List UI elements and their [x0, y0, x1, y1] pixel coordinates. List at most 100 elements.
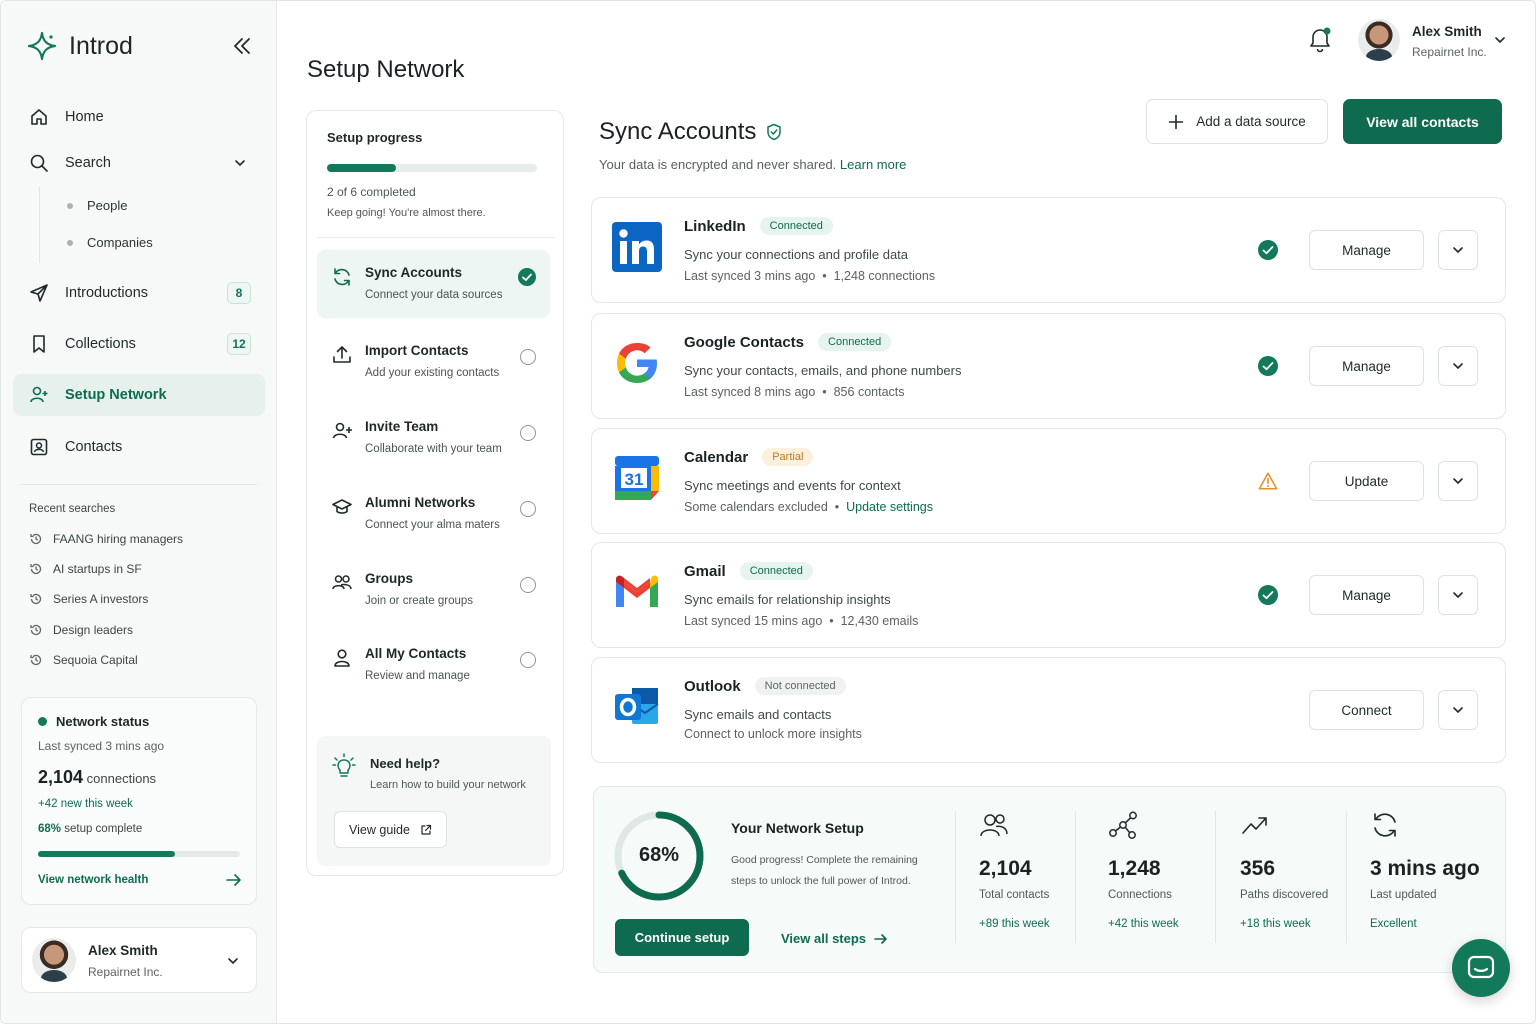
manage-button[interactable]: Manage [1309, 230, 1424, 270]
help-title: Need help? [370, 756, 441, 771]
expand-button[interactable] [1438, 461, 1478, 501]
gmail-logo-icon [616, 575, 658, 607]
chat-icon [1467, 955, 1495, 979]
nav-collections[interactable]: Collections 12 [13, 323, 265, 365]
divider [1075, 811, 1076, 943]
step-all-my-contacts[interactable]: All My Contacts Review and manage [317, 631, 550, 699]
recent-search-item[interactable]: AI startups in SF [29, 562, 142, 576]
check-circle-icon [1258, 585, 1278, 605]
chevron-down-icon[interactable] [226, 954, 240, 968]
user-icon [334, 649, 350, 667]
chevron-down-icon[interactable] [233, 156, 247, 170]
stat-connections: 1,248 Connections +42 this week [1108, 811, 1238, 930]
collapse-sidebar-icon[interactable] [229, 35, 255, 57]
step-groups[interactable]: Groups Join or create groups [317, 556, 550, 624]
update-button[interactable]: Update [1309, 461, 1424, 501]
chevron-down-icon [1453, 592, 1463, 599]
learn-more-link[interactable]: Learn more [840, 157, 906, 172]
sidebar-profile-card[interactable]: Alex Smith Repairnet Inc. [21, 927, 257, 993]
setup-completed-text: 2 of 6 completed [327, 185, 416, 199]
upload-icon [333, 346, 351, 363]
expand-button[interactable] [1438, 346, 1478, 386]
continue-setup-button[interactable]: Continue setup [615, 919, 749, 956]
recent-search-label: Sequoia Capital [53, 653, 138, 667]
step-import-contacts[interactable]: Import Contacts Add your existing contac… [317, 328, 550, 396]
account-meta: Last synced 8 mins ago • 856 contacts [684, 385, 905, 399]
step-radio[interactable] [520, 577, 536, 593]
account-meta-sync: Last synced 3 mins ago [684, 269, 816, 283]
outlook-logo-icon [615, 688, 659, 724]
header-avatar[interactable] [1358, 19, 1400, 61]
sidebar: Introd Home Search People Companies Intr… [1, 1, 277, 1023]
account-name: Outlook Not connected [684, 677, 846, 695]
step-invite-team[interactable]: Invite Team Collaborate with your team [317, 404, 550, 472]
view-guide-button[interactable]: View guide [334, 811, 447, 848]
nav-setup-network[interactable]: Setup Network [13, 374, 265, 416]
nav-sub-people[interactable]: People [67, 198, 127, 213]
stat-delta: +18 this week [1240, 918, 1311, 930]
nav-sub-companies[interactable]: Companies [67, 235, 153, 250]
contact-card-icon [29, 437, 49, 457]
step-radio[interactable] [520, 501, 536, 517]
step-sync-accounts[interactable]: Sync Accounts Connect your data sources [317, 250, 550, 318]
update-settings-link[interactable]: Update settings [846, 500, 933, 514]
page-title: Setup Network [307, 56, 465, 83]
step-radio[interactable] [520, 652, 536, 668]
step-radio[interactable] [520, 349, 536, 365]
stat-label: Last updated [1370, 889, 1437, 901]
chevron-down-icon [1453, 707, 1463, 714]
network-status-card: Network status Last synced 3 mins ago 2,… [21, 697, 257, 905]
avatar [32, 938, 76, 982]
summary-desc-line1: Good progress! Complete the remaining [731, 854, 918, 866]
chevron-down-icon[interactable] [1493, 33, 1507, 47]
logo[interactable]: Introd [27, 31, 133, 61]
check-circle-icon [518, 268, 536, 286]
stat-value: 2,104 [979, 857, 1032, 880]
recent-search-item[interactable]: Sequoia Capital [29, 653, 138, 667]
history-icon [30, 533, 42, 545]
nav-collections-label: Collections [65, 336, 136, 352]
app-window: Introd Home Search People Companies Intr… [0, 0, 1536, 1024]
step-subtitle: Connect your alma maters [365, 519, 500, 531]
chat-button[interactable] [1452, 939, 1510, 997]
view-guide-label: View guide [349, 822, 410, 837]
setup-progress-bar [327, 164, 537, 172]
account-name: Google Contacts Connected [684, 333, 892, 351]
step-title: Invite Team [365, 419, 439, 434]
expand-button[interactable] [1438, 575, 1478, 615]
account-description: Sync your connections and profile data [684, 247, 909, 262]
history-icon [30, 654, 42, 666]
nav-introductions[interactable]: Introductions 8 [13, 272, 265, 314]
recent-search-item[interactable]: Series A investors [29, 592, 148, 606]
recent-search-item[interactable]: FAANG hiring managers [29, 532, 183, 546]
network-status-count: 2,104 connections [38, 767, 156, 788]
recent-search-item[interactable]: Design leaders [29, 623, 133, 637]
step-radio[interactable] [520, 425, 536, 441]
summary-title: Your Network Setup [731, 820, 864, 836]
history-icon [30, 563, 42, 575]
expand-button[interactable] [1438, 230, 1478, 270]
manage-button[interactable]: Manage [1309, 575, 1424, 615]
step-title: All My Contacts [365, 646, 467, 661]
manage-button[interactable]: Manage [1309, 346, 1424, 386]
expand-button[interactable] [1438, 690, 1478, 730]
nav-search[interactable]: Search [13, 142, 265, 184]
account-description: Sync your contacts, emails, and phone nu… [684, 363, 962, 378]
view-all-steps-link[interactable]: View all steps [781, 931, 888, 946]
bell-icon[interactable] [1307, 25, 1333, 53]
connect-button[interactable]: Connect [1309, 690, 1424, 730]
step-alumni-networks[interactable]: Alumni Networks Connect your alma maters [317, 480, 550, 548]
nav-contacts[interactable]: Contacts [13, 426, 265, 468]
nav-home[interactable]: Home [13, 96, 265, 138]
collections-count-badge: 12 [227, 333, 251, 355]
account-row-outlook: Outlook Not connected Sync emails and con… [591, 657, 1506, 763]
add-data-source-button[interactable]: Add a data source [1146, 99, 1328, 144]
view-network-health-link[interactable]: View network health [38, 873, 242, 887]
summary-desc-line2: steps to unlock the full power of Introd… [731, 875, 911, 887]
account-meta-sync: Last synced 15 mins ago [684, 614, 823, 628]
view-all-contacts-button[interactable]: View all contacts [1343, 99, 1502, 144]
stat-delta: +42 this week [1108, 918, 1179, 930]
users-icon [980, 814, 1008, 837]
setup-pct: 68% [38, 823, 62, 835]
account-meta-sync: Last synced 8 mins ago [684, 385, 816, 399]
